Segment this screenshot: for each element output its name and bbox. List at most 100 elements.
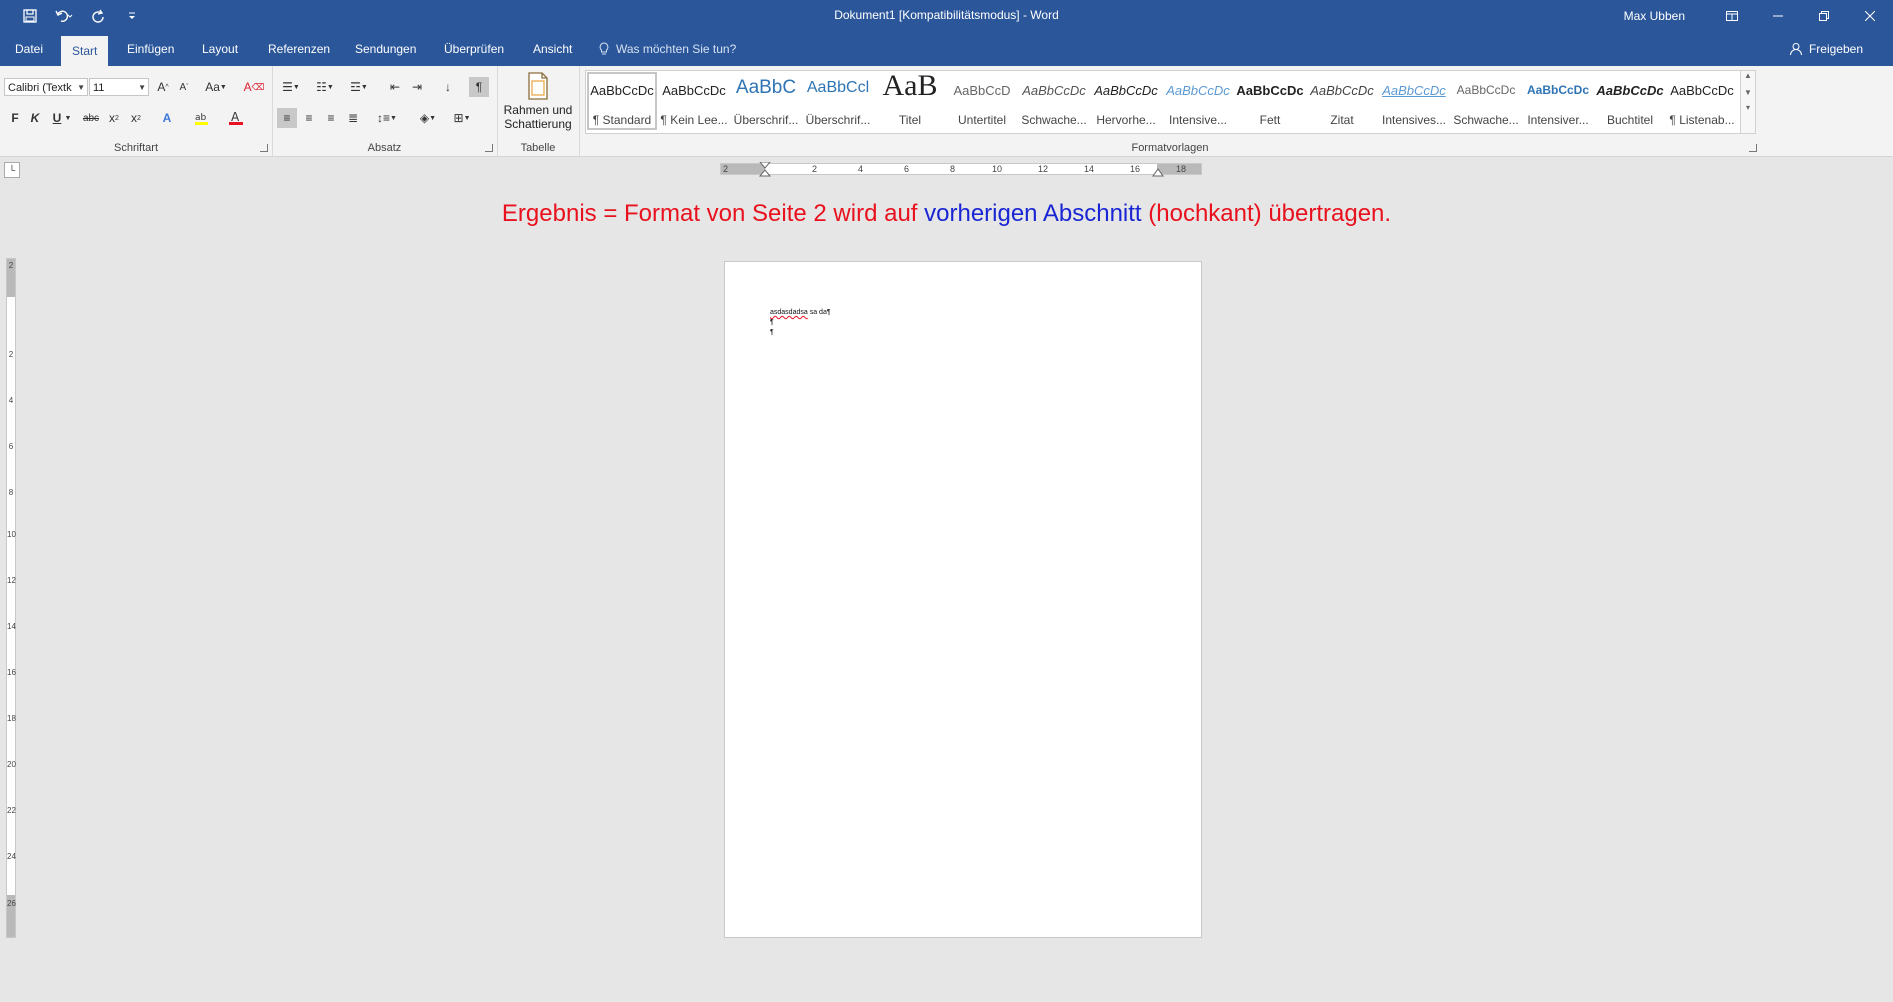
sort-icon[interactable]: ↓: [438, 77, 458, 97]
tab-sendungen[interactable]: Sendungen: [344, 32, 427, 66]
ruler-tick: 12: [1038, 164, 1049, 174]
style-listenabsatz[interactable]: AaBbCcDc ¶ Listenab...: [1666, 71, 1738, 131]
close-icon[interactable]: [1847, 0, 1893, 32]
styles-gallery-scroll[interactable]: ▲ ▼ ▾: [1740, 70, 1756, 134]
tab-datei[interactable]: Datei: [4, 32, 54, 66]
undo-icon[interactable]: [52, 6, 76, 26]
show-formatting-marks-icon[interactable]: ¶: [469, 77, 489, 97]
superscript-icon[interactable]: x2: [126, 108, 146, 128]
document-page[interactable]: asdasdadsa sa da¶ ¶ ¶: [724, 261, 1202, 938]
subscript-icon[interactable]: x2: [104, 108, 124, 128]
styles-group-label: Formatvorlagen: [1131, 142, 1209, 154]
minimize-icon[interactable]: [1755, 0, 1801, 32]
align-left-icon[interactable]: ≡: [277, 108, 297, 128]
style-standard[interactable]: AaBbCcDc ¶ Standard: [586, 71, 658, 131]
style-intensive-hervorhebung[interactable]: AaBbCcDc Intensive...: [1162, 71, 1234, 131]
tab-layout[interactable]: Layout: [191, 32, 249, 66]
style-sample: AaBbCcDc: [1670, 83, 1734, 98]
misspelled-word[interactable]: asdasdadsa: [770, 309, 808, 316]
table-group: Rahmen und Schattierung Tabelle: [497, 66, 580, 156]
quick-access-toolbar: [18, 6, 144, 26]
shrink-font-icon[interactable]: Aˇ: [174, 77, 194, 97]
style-name: Intensives...: [1381, 113, 1447, 127]
tab-ueberpruefen[interactable]: Überprüfen: [433, 32, 515, 66]
bold-icon[interactable]: F: [5, 108, 25, 128]
strikethrough-icon[interactable]: abc: [81, 108, 101, 128]
justify-icon[interactable]: ≣: [343, 108, 363, 128]
ruler-tick: 8: [8, 488, 14, 497]
share-button[interactable]: Freigeben: [1789, 32, 1863, 66]
style-zitat[interactable]: AaBbCcDc Zitat: [1306, 71, 1378, 131]
ruler-tick: 2: [812, 164, 818, 174]
ribbon-display-options-icon[interactable]: [1709, 0, 1755, 32]
style-schwache-hervorhebung[interactable]: AaBbCcDc Schwache...: [1018, 71, 1090, 131]
decrease-indent-icon[interactable]: ⇤: [385, 77, 405, 97]
user-name[interactable]: Max Ubben: [1624, 9, 1685, 23]
style-intensives-zitat[interactable]: AaBbCcDc Intensives...: [1378, 71, 1450, 131]
italic-icon[interactable]: K: [25, 108, 45, 128]
tab-start[interactable]: Start: [61, 36, 109, 66]
borders-shading-button[interactable]: Rahmen und Schattierung: [497, 72, 579, 131]
bullets-icon[interactable]: ☰ ▼: [278, 77, 304, 97]
restore-icon[interactable]: [1801, 0, 1847, 32]
grow-font-icon[interactable]: A ^: [153, 77, 173, 97]
redo-icon[interactable]: [86, 6, 110, 26]
style-schwacher-verweis[interactable]: AaBbCcDc Schwache...: [1450, 71, 1522, 131]
paragraph-line-2[interactable]: ¶: [770, 318, 774, 327]
font-name-combo[interactable]: Calibri (Textk ▼: [4, 78, 88, 96]
dialog-launcher-icon[interactable]: [1749, 144, 1757, 152]
shading-icon[interactable]: ◈ ▼: [414, 108, 442, 128]
tab-referenzen[interactable]: Referenzen: [257, 32, 341, 66]
ruler-tick: 8: [950, 164, 956, 174]
font-color-icon[interactable]: A: [226, 108, 246, 128]
style-buchtitel[interactable]: AaBbCcDc Buchtitel: [1594, 71, 1666, 131]
chevron-down-icon[interactable]: ▼: [1741, 88, 1755, 97]
ruler-tick: 14: [7, 622, 16, 631]
borders-icon[interactable]: ⊞ ▼: [448, 108, 476, 128]
style-ueberschrift-2[interactable]: AaBbCcl Überschrif...: [802, 71, 874, 131]
paragraph-line-1[interactable]: asdasdadsa sa da¶: [770, 308, 831, 317]
style-kein-leerraum[interactable]: AaBbCcDc ¶ Kein Lee...: [658, 71, 730, 131]
clear-formatting-icon[interactable]: A ⌫: [244, 77, 265, 97]
more-icon[interactable]: ▾: [1741, 103, 1755, 112]
style-ueberschrift-1[interactable]: AaBbC Überschrif...: [730, 71, 802, 131]
multilevel-list-icon[interactable]: ☲ ▼: [346, 77, 372, 97]
style-name: Untertitel: [957, 113, 1007, 127]
paragraph-group: ☰ ▼ ☷ ▼ ☲ ▼ ⇤ ⇥ ↓ ¶ ≡ ≡ ≡ ≣ ↕≡ ▼ ◈ ▼ ⊞ ▼ Absat…: [272, 66, 498, 156]
numbering-icon[interactable]: ☷ ▼: [312, 77, 338, 97]
indent-marker-icon[interactable]: [759, 162, 771, 178]
tell-me-box[interactable]: Was möchten Sie tun?: [598, 32, 736, 66]
font-size-combo[interactable]: 11 ▼: [89, 78, 149, 96]
text-effects-icon[interactable]: A: [157, 108, 177, 128]
style-intensiver-verweis[interactable]: AaBbCcDc Intensiver...: [1522, 71, 1594, 131]
right-indent-marker-icon[interactable]: [1152, 167, 1164, 177]
ribbon-tabs: Datei Start Einfügen Layout Referenzen S…: [0, 32, 1893, 66]
dialog-launcher-icon[interactable]: [485, 144, 493, 152]
vertical-ruler[interactable]: 2 2 4 6 8 10 12 14 16 18 20 22 24 26: [6, 258, 16, 938]
tab-selector[interactable]: └: [4, 162, 20, 178]
style-untertitel[interactable]: AaBbCcD Untertitel: [946, 71, 1018, 131]
chevron-down-icon[interactable]: ▼: [63, 108, 73, 128]
dialog-launcher-icon[interactable]: [260, 144, 268, 152]
line-spacing-icon[interactable]: ↕≡ ▼: [373, 108, 401, 128]
align-right-icon[interactable]: ≡: [321, 108, 341, 128]
style-name: Intensiver...: [1527, 113, 1589, 127]
highlight-icon[interactable]: ab: [192, 108, 212, 128]
style-hervorhebung[interactable]: AaBbCcDc Hervorhe...: [1090, 71, 1162, 131]
save-icon[interactable]: [18, 6, 42, 26]
svg-text:A: A: [231, 110, 240, 124]
paragraph-line-3[interactable]: ¶: [770, 328, 774, 337]
style-name: ¶ Standard: [592, 113, 652, 127]
increase-indent-icon[interactable]: ⇥: [407, 77, 427, 97]
align-center-icon[interactable]: ≡: [299, 108, 319, 128]
tab-ansicht[interactable]: Ansicht: [522, 32, 583, 66]
chevron-up-icon[interactable]: ▲: [1741, 71, 1755, 80]
change-case-icon[interactable]: Aa ▼: [202, 77, 230, 97]
horizontal-ruler[interactable]: 2 2 4 6 8 10 12 14 16 18: [720, 162, 1202, 178]
tab-einfuegen[interactable]: Einfügen: [116, 32, 185, 66]
style-fett[interactable]: AaBbCcDc Fett: [1234, 71, 1306, 131]
chevron-down-icon: ▼: [77, 83, 85, 92]
customize-icon[interactable]: [120, 6, 144, 26]
style-titel[interactable]: AaB Titel: [874, 71, 946, 131]
style-name: Überschrif...: [733, 113, 799, 127]
